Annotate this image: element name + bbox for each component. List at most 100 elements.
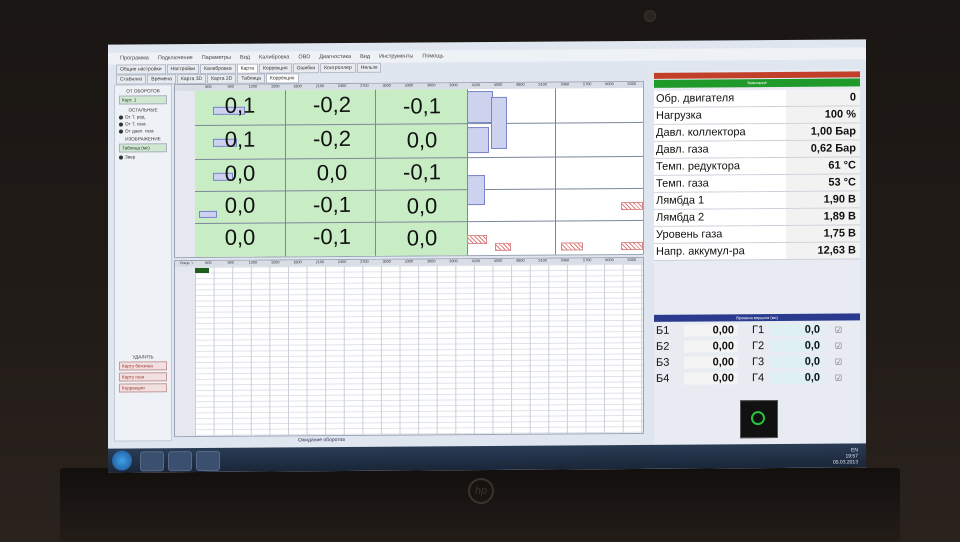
clock-date[interactable]: 05.03.2013 [833, 459, 858, 465]
tab-settings[interactable]: Настройки [166, 64, 200, 75]
map-cell[interactable]: -0,1 [287, 192, 377, 219]
header-cell: 5400 [560, 82, 570, 87]
menu-bar: Программа Подключение Параметры Вид Кали… [108, 47, 866, 65]
menu-item[interactable]: Подключение [158, 55, 193, 61]
map-cell[interactable]: 0,0 [195, 160, 285, 187]
row-header [175, 267, 195, 437]
param-name: Обр. двигателя [654, 89, 786, 107]
map-cell[interactable]: -0,1 [287, 224, 377, 251]
section-title: ОТ ОБОРОТОВ [126, 88, 160, 94]
param-value: 1,90 В [786, 191, 860, 208]
map-cell[interactable]: -0,2 [287, 92, 377, 119]
map-cell[interactable]: 0,0 [195, 192, 285, 219]
check-icon[interactable]: ☑ [824, 373, 842, 382]
map-cell[interactable]: -0,1 [377, 93, 467, 120]
app-icon[interactable] [196, 450, 220, 472]
injection-row: Б3 0,00 Г3 0,0 ☑ [654, 353, 860, 370]
delete-petrol-map-button[interactable]: Карту бензина [119, 361, 167, 371]
petrol-value: 0,00 [684, 324, 738, 337]
menu-item[interactable]: Диагностика [319, 54, 351, 60]
tab-correction[interactable]: Коррекция [259, 63, 292, 74]
radio-dot-icon [119, 122, 123, 127]
map-cell[interactable]: 0,0 [195, 224, 285, 251]
menu-item[interactable]: Вид [240, 55, 250, 61]
grid-cells[interactable] [195, 263, 643, 437]
injection-row: Б1 0,00 Г1 0,0 ☑ [654, 321, 860, 338]
param-name: Лямбда 2 [654, 208, 786, 226]
radio-view[interactable]: Звер [119, 154, 167, 160]
tab-map[interactable]: Карта [236, 63, 258, 74]
tab-calibration[interactable]: Калибровка [200, 63, 236, 75]
status-text: Ожидание оборотов [298, 436, 345, 444]
hatched-cell [561, 242, 583, 251]
menu-item[interactable]: Программа [120, 55, 149, 61]
check-icon[interactable]: ☑ [824, 357, 842, 366]
correction-map-grid[interactable]: 600 900 1200 1500 1800 2100 2400 2700 30… [174, 80, 644, 259]
explorer-icon[interactable] [168, 451, 192, 472]
menu-item[interactable]: OBD [298, 54, 310, 60]
header-cell: 5700 [582, 82, 592, 87]
menu-item[interactable]: Параметры [202, 55, 231, 61]
gas-value: 0,0 [770, 339, 824, 353]
section-title: ОСТАЛЬНЫЕ [128, 107, 158, 113]
param-name: Давл. газа [654, 140, 786, 158]
tab-general[interactable]: Общие настройки [116, 64, 166, 75]
radio-gas-temp[interactable]: От Т. газа [119, 121, 167, 127]
radio-reducer-temp[interactable]: От Т. ред. [119, 114, 167, 120]
param-value: 12,63 В [786, 242, 860, 259]
grid-line [555, 88, 556, 255]
start-button-icon[interactable] [112, 450, 132, 471]
tab-other[interactable]: Нельзя [356, 62, 382, 73]
map-cell[interactable]: 0,1 [195, 126, 285, 153]
delete-corrections-button[interactable]: Коррекции [119, 383, 167, 393]
param-value: 1,75 В [786, 225, 860, 242]
check-icon[interactable]: ☑ [824, 341, 842, 350]
status-ring-icon [751, 411, 765, 426]
menu-item[interactable]: Инструменты [379, 54, 413, 60]
map-cell[interactable]: 0,0 [377, 193, 467, 220]
check-icon[interactable]: ☑ [824, 325, 842, 334]
connection-status-icon [740, 399, 778, 439]
param-row: Лямбда 1 1,90 В [654, 191, 860, 210]
radio-gas-pressure[interactable]: От давл. газа [119, 128, 167, 134]
map1-button[interactable]: Карт. 1 [119, 95, 167, 105]
acceleration-grid[interactable]: Ускор. \ 600 900 1200 1500 1800 2100 240… [174, 256, 644, 438]
tab-stabilization[interactable]: Стабилиз [116, 74, 147, 85]
tab-corrections[interactable]: Коррекция [265, 73, 299, 84]
header-cell: 4800 [516, 82, 525, 87]
param-row: Темп. газа 53 °C [654, 174, 860, 193]
gas-label: Г3 [752, 356, 765, 369]
param-row: Нагрузка 100 % [654, 106, 860, 125]
map-cell[interactable]: 0,0 [377, 225, 467, 252]
tab-controller[interactable]: Контроллер [320, 62, 356, 74]
map-cell[interactable]: 0,1 [195, 92, 285, 119]
tab-times[interactable]: Времена [147, 74, 176, 85]
param-value: 53 °C [786, 174, 860, 191]
menu-item[interactable]: Калибровка [259, 54, 289, 60]
map-cell[interactable]: 0,0 [287, 160, 377, 187]
menu-item[interactable]: Вид [360, 54, 370, 60]
param-value: 100 % [786, 106, 860, 123]
table-ms-button[interactable]: Таблица (мс) [119, 143, 167, 153]
param-row: Обр. двигателя 0 [654, 89, 860, 108]
injection-row: Б2 0,00 Г2 0,0 ☑ [654, 337, 860, 354]
map-cell[interactable]: 0,0 [377, 127, 467, 154]
param-row: Уровень газа 1,75 В [654, 225, 860, 244]
map-cell[interactable]: -0,2 [287, 126, 377, 153]
delete-gas-map-button[interactable]: Карту газа [119, 372, 167, 382]
map-cell[interactable]: -0,1 [377, 159, 467, 186]
tab-map-2d[interactable]: Карта 2D [207, 73, 237, 84]
param-name: Нагрузка [654, 106, 786, 124]
tab-table[interactable]: Таблица [237, 73, 265, 84]
hp-logo: hp [468, 478, 494, 504]
tab-errors[interactable]: Ошибки [292, 63, 320, 74]
hatched-cell [621, 241, 643, 251]
header-cell: 5100 [538, 82, 547, 87]
menu-item[interactable]: Помощь [422, 53, 443, 59]
gas-label: Г2 [752, 340, 765, 353]
tab-map-3d[interactable]: Карта 3D [176, 73, 207, 85]
petrol-value: 0,00 [684, 356, 738, 369]
param-value: 0 [786, 89, 860, 106]
delete-title: УДАЛИТЬ [132, 354, 154, 360]
chrome-icon[interactable] [140, 451, 164, 472]
